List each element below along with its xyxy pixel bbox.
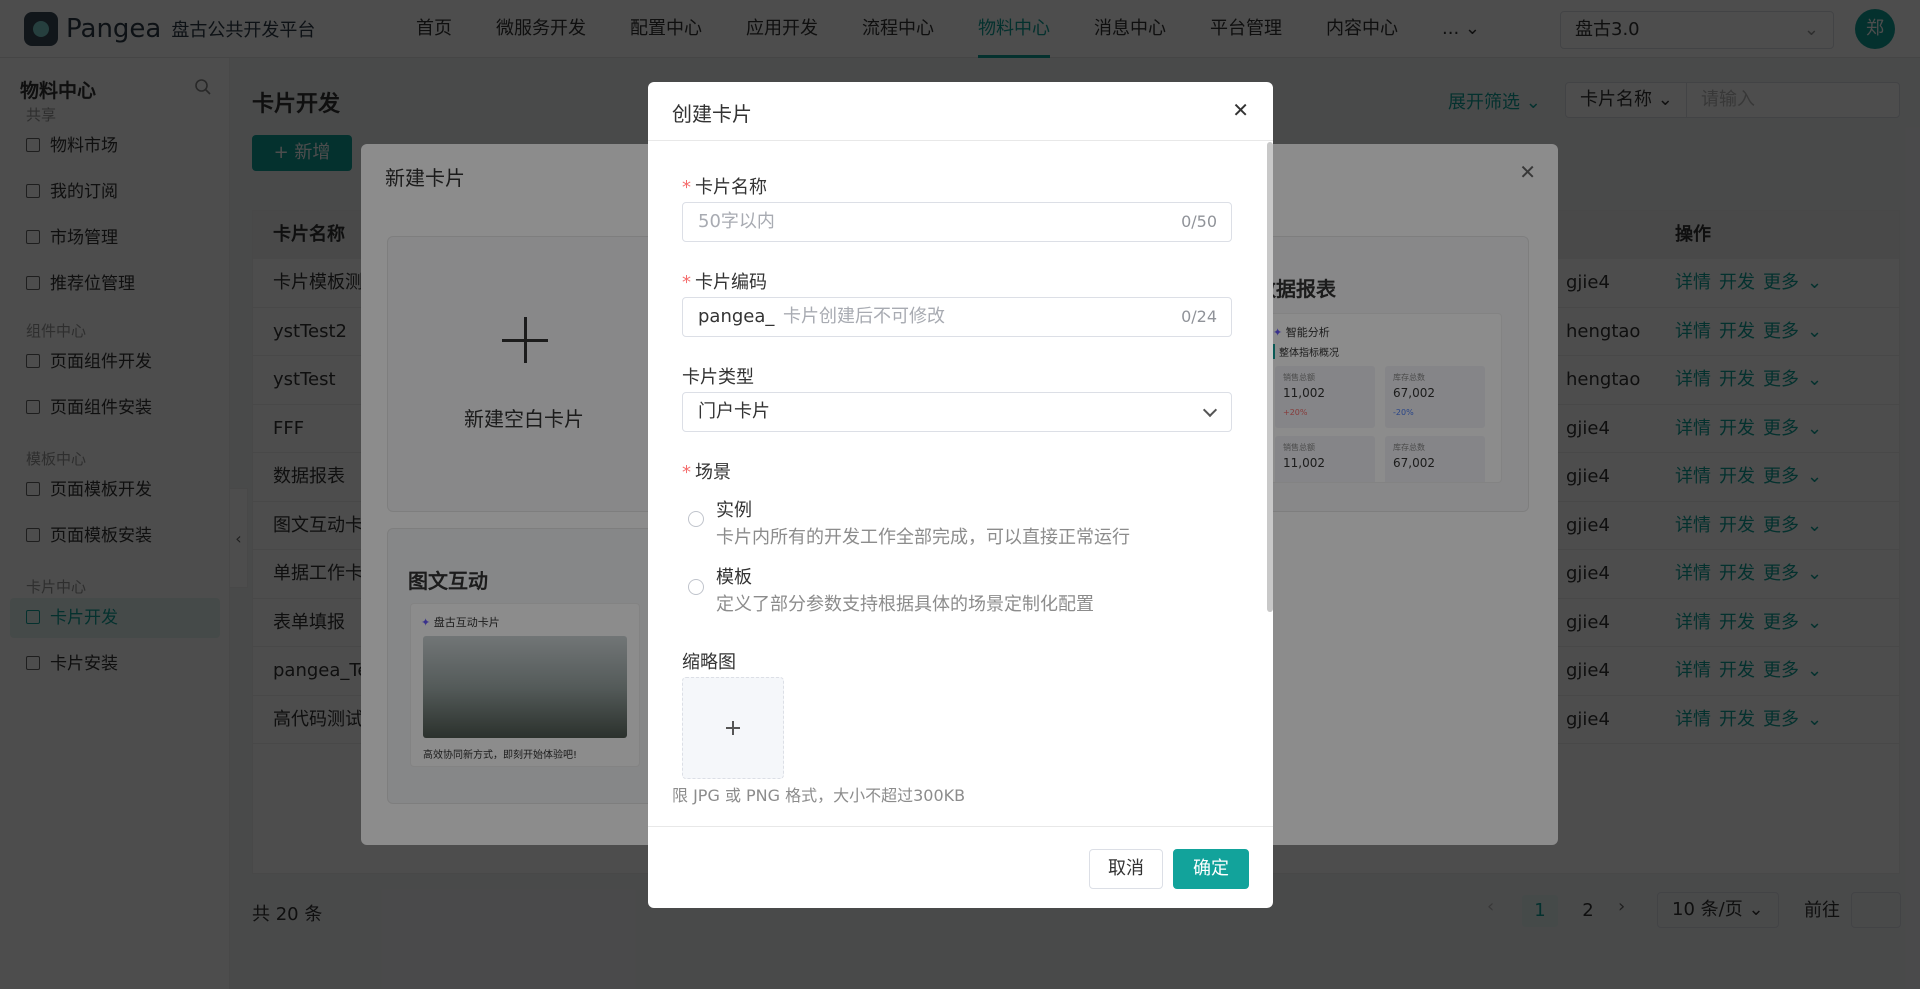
card-name-label-text: 卡片名称 bbox=[695, 177, 767, 198]
thumbnail-label: 缩略图 bbox=[682, 652, 736, 673]
required-mark: * bbox=[682, 272, 691, 293]
close-icon[interactable]: ✕ bbox=[1232, 98, 1249, 122]
scene-label-text: 场景 bbox=[695, 462, 731, 483]
plus-icon bbox=[726, 721, 740, 735]
card-code-counter: 0/24 bbox=[1181, 307, 1217, 326]
scene-option-desc: 卡片内所有的开发工作全部完成，可以直接正常运行 bbox=[716, 527, 1130, 548]
scene-label: * 场景 bbox=[682, 458, 731, 484]
scene-radio-template[interactable] bbox=[688, 579, 704, 595]
create-card-modal: 创建卡片 ✕ * 卡片名称 50字以内 0/50 * 卡片编码 pangea_ 卡片… bbox=[648, 82, 1273, 908]
modal-footer-divider bbox=[648, 826, 1273, 827]
modal-title: 创建卡片 bbox=[672, 102, 752, 126]
chevron-down-icon bbox=[1202, 402, 1218, 418]
modal-header-divider bbox=[648, 140, 1273, 141]
confirm-button[interactable]: 确定 bbox=[1173, 849, 1249, 889]
card-type-label: 卡片类型 bbox=[682, 367, 754, 388]
modal-scrollbar[interactable] bbox=[1267, 142, 1273, 612]
card-name-input[interactable]: 50字以内 0/50 bbox=[682, 202, 1232, 242]
required-mark: * bbox=[682, 462, 691, 483]
scene-option-title[interactable]: 模板 bbox=[716, 563, 752, 589]
card-name-counter: 0/50 bbox=[1181, 212, 1217, 231]
card-code-label: * 卡片编码 bbox=[682, 268, 767, 294]
thumbnail-upload[interactable] bbox=[682, 677, 784, 779]
upload-tip: 限 JPG 或 PNG 格式，大小不超过300KB bbox=[672, 786, 966, 805]
card-code-label-text: 卡片编码 bbox=[695, 272, 767, 293]
card-name-label: * 卡片名称 bbox=[682, 173, 767, 199]
scene-option-desc: 定义了部分参数支持根据具体的场景定制化配置 bbox=[716, 594, 1094, 615]
card-type-select[interactable]: 门户卡片 bbox=[682, 392, 1232, 432]
card-type-value: 门户卡片 bbox=[698, 401, 770, 422]
cancel-button[interactable]: 取消 bbox=[1089, 849, 1163, 889]
card-code-placeholder: 卡片创建后不可修改 bbox=[783, 306, 945, 327]
card-name-placeholder: 50字以内 bbox=[698, 211, 775, 232]
card-code-prefix: pangea_ bbox=[698, 306, 775, 327]
card-code-input[interactable]: pangea_ 卡片创建后不可修改 0/24 bbox=[682, 297, 1232, 337]
required-mark: * bbox=[682, 177, 691, 198]
scene-option-title[interactable]: 实例 bbox=[716, 496, 752, 522]
scene-radio-instance[interactable] bbox=[688, 511, 704, 527]
